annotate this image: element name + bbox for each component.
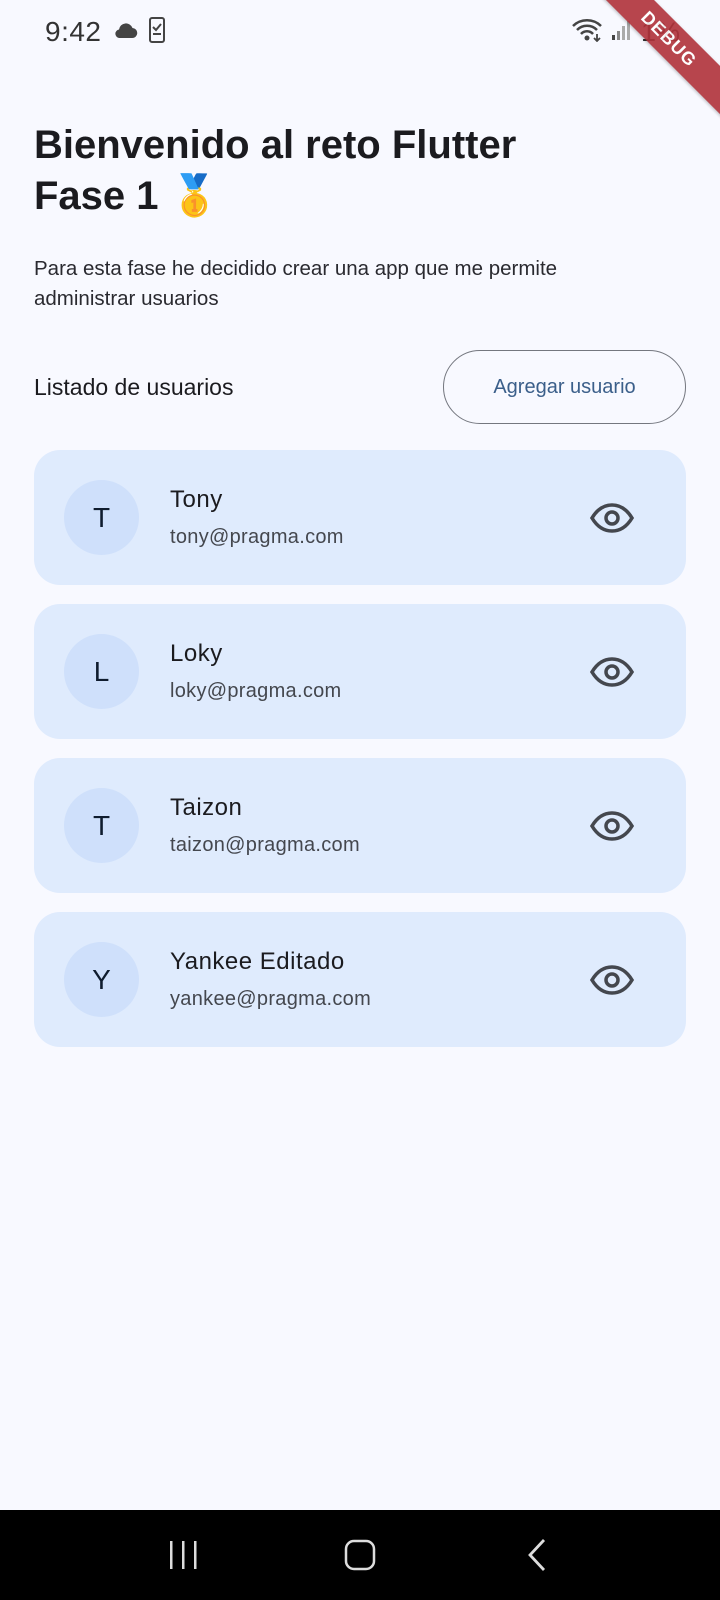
users-list-title: Listado de usuarios [34, 373, 234, 400]
recent-apps-button[interactable] [153, 1525, 213, 1585]
eye-icon [590, 810, 634, 841]
home-icon [344, 1539, 376, 1571]
back-button[interactable] [507, 1525, 567, 1585]
user-info: Tony tony@pragma.com [170, 486, 582, 549]
eye-icon [590, 502, 634, 533]
add-user-button[interactable]: Agregar usuario [443, 350, 686, 424]
status-bar: 9:42 1% [0, 0, 720, 64]
user-list: T Tony tony@pragma.com L Loky loky@pragm… [34, 450, 686, 1047]
back-icon [527, 1539, 545, 1571]
user-name: Yankee Editado [170, 948, 345, 975]
phone-check-icon [148, 16, 166, 48]
avatar: T [64, 788, 139, 863]
status-left: 9:42 [45, 16, 166, 48]
user-info: Taizon taizon@pragma.com [170, 794, 582, 857]
view-user-button[interactable] [582, 642, 642, 702]
page-title: Bienvenido al reto Flutter Fase 1 🥇 [34, 123, 517, 218]
avatar: Y [64, 942, 139, 1017]
view-user-button[interactable] [582, 950, 642, 1010]
users-list-header: Listado de usuarios Agregar usuario [34, 350, 686, 424]
user-email: tony@pragma.com [170, 526, 344, 548]
eye-icon [590, 964, 634, 995]
view-user-button[interactable] [582, 488, 642, 548]
user-name: Loky [170, 640, 223, 667]
avatar: L [64, 634, 139, 709]
user-name: Taizon [170, 794, 243, 821]
user-info: Loky loky@pragma.com [170, 640, 582, 703]
user-info: Yankee Editado yankee@pragma.com [170, 948, 582, 1011]
user-card[interactable]: L Loky loky@pragma.com [34, 604, 686, 739]
user-card[interactable]: T Taizon taizon@pragma.com [34, 758, 686, 893]
eye-icon [590, 656, 634, 687]
user-email: yankee@pragma.com [170, 988, 372, 1010]
user-card[interactable]: T Tony tony@pragma.com [34, 450, 686, 585]
user-name: Tony [170, 486, 223, 513]
user-email: loky@pragma.com [170, 680, 342, 702]
cloud-icon [112, 21, 138, 44]
recent-apps-icon [170, 1541, 197, 1569]
home-button[interactable] [330, 1525, 390, 1585]
page-subtitle: Para esta fase he decidido crear una app… [34, 257, 558, 310]
user-card[interactable]: Y Yankee Editado yankee@pragma.com [34, 912, 686, 1047]
status-time: 9:42 [45, 16, 102, 47]
main-content: Bienvenido al reto Flutter Fase 1 🥇 Para… [34, 120, 686, 1047]
system-nav-bar [0, 1510, 720, 1600]
wifi-icon [571, 18, 603, 47]
view-user-button[interactable] [582, 796, 642, 856]
avatar: T [64, 480, 139, 555]
user-email: taizon@pragma.com [170, 834, 360, 856]
